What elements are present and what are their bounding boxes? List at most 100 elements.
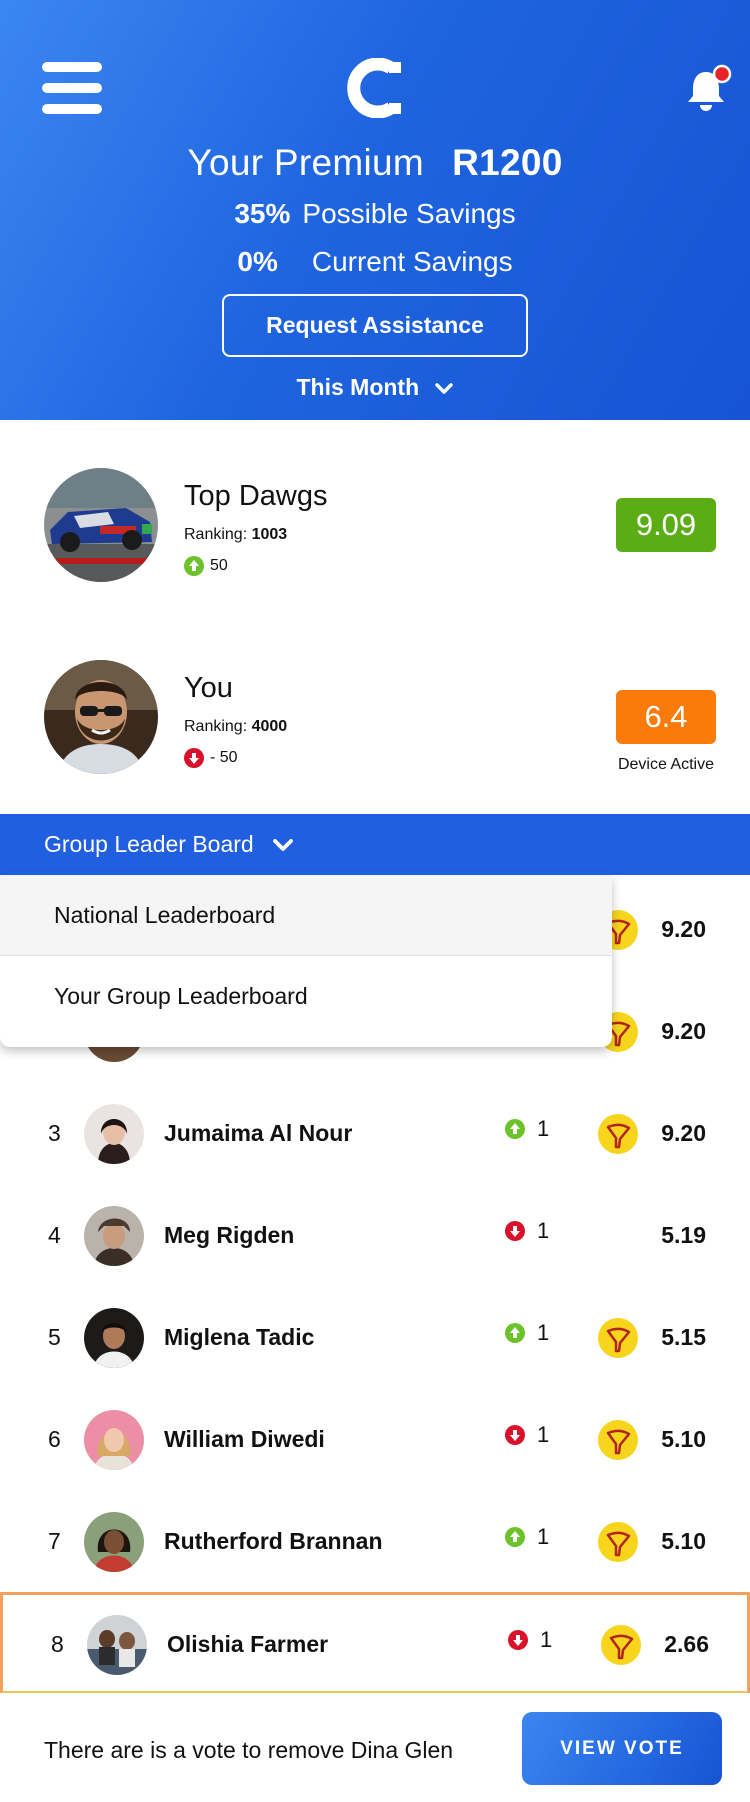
- user-score-badge: 6.4: [616, 690, 716, 744]
- view-vote-button[interactable]: VIEW VOTE: [522, 1712, 722, 1785]
- arrow-up-icon: [505, 1323, 525, 1343]
- table-row[interactable]: 4 Meg Rigden 1 5.19: [0, 1186, 750, 1286]
- app-logo-icon: [347, 58, 401, 118]
- menu-item-group-leaderboard[interactable]: Your Group Leaderboard: [0, 956, 612, 1036]
- user-delta-value: - 50: [210, 749, 238, 766]
- table-row[interactable]: 6 William Diwedi 1 5.10: [0, 1390, 750, 1490]
- row-score: 5.10: [661, 1528, 706, 1554]
- user-avatar: [44, 660, 158, 774]
- row-delta-value: 1: [537, 1422, 550, 1447]
- coin-icon: [598, 1420, 638, 1460]
- header: Your Premium R1200 35% Possible Savings 0%…: [0, 0, 750, 420]
- row-name: Rutherford Brannan: [164, 1528, 383, 1554]
- table-row-current-user[interactable]: 8 Olishia Farmer 1 2.66: [0, 1592, 750, 1694]
- row-score: 2.66: [664, 1631, 709, 1657]
- possible-savings-pct: 35%: [234, 198, 291, 229]
- row-rank: 3: [48, 1120, 61, 1146]
- row-rank: 7: [48, 1528, 61, 1554]
- row-score: 5.15: [661, 1324, 706, 1350]
- premium-label: Your Premium: [187, 142, 425, 183]
- arrow-up-icon: [505, 1527, 525, 1547]
- period-label: This Month: [296, 374, 420, 400]
- row-delta: 1: [505, 1524, 549, 1550]
- row-avatar: [87, 1615, 147, 1675]
- device-status: Device Active: [617, 756, 715, 773]
- coin-icon: [598, 1522, 638, 1562]
- notification-bell-icon[interactable]: [684, 64, 734, 114]
- row-avatar: [84, 1206, 144, 1266]
- row-delta: 1: [505, 1422, 549, 1448]
- current-savings-label: Current Savings: [311, 246, 513, 277]
- row-delta-value: 1: [537, 1116, 550, 1141]
- vote-banner: There are is a vote to remove Dina Glen …: [0, 1693, 750, 1802]
- row-avatar: [84, 1410, 144, 1470]
- row-name: William Diwedi: [164, 1426, 325, 1452]
- vote-message: There are is a vote to remove Dina Glen: [44, 1737, 454, 1763]
- leaderboard-selector-label: Group Leader Board: [44, 831, 254, 857]
- row-delta-value: 1: [537, 1218, 550, 1243]
- arrow-down-icon: [505, 1425, 525, 1445]
- row-avatar: [84, 1104, 144, 1164]
- row-name: Miglena Tadic: [164, 1324, 315, 1350]
- current-savings-pct: 0%: [237, 246, 278, 277]
- group-name: Top Dawgs: [184, 480, 328, 512]
- menu-icon[interactable]: [42, 62, 102, 114]
- row-name: Olishia Farmer: [167, 1631, 329, 1657]
- row-rank: 5: [48, 1324, 61, 1350]
- coin-icon: [601, 1625, 641, 1665]
- table-row[interactable]: 3 Jumaima Al Nour 1 9.20: [0, 1084, 750, 1184]
- row-delta-value: 1: [537, 1320, 550, 1345]
- arrow-down-icon: [508, 1630, 528, 1650]
- premium-value: R1200: [452, 142, 563, 183]
- leaderboard-selector[interactable]: Group Leader Board: [0, 814, 750, 875]
- row-delta-value: 1: [537, 1524, 550, 1549]
- row-score: 5.10: [661, 1426, 706, 1452]
- arrow-down-icon: [505, 1221, 525, 1241]
- row-score: 9.20: [661, 916, 706, 942]
- row-avatar: [84, 1308, 144, 1368]
- row-delta-value: 1: [540, 1627, 553, 1652]
- possible-savings: 35% Possible Savings: [0, 198, 750, 230]
- group-avatar: [44, 468, 158, 582]
- row-delta: 1: [508, 1627, 552, 1653]
- arrow-up-icon: [505, 1119, 525, 1139]
- row-score: 9.20: [661, 1018, 706, 1044]
- row-name: Jumaima Al Nour: [164, 1120, 353, 1146]
- row-rank: 8: [51, 1631, 64, 1657]
- chevron-down-icon: [272, 838, 293, 851]
- group-ranking-value: 1003: [251, 526, 288, 543]
- row-rank: 4: [48, 1222, 61, 1248]
- row-name: Meg Rigden: [164, 1222, 295, 1248]
- coin-icon: [598, 1114, 638, 1154]
- group-delta: 50: [184, 556, 228, 576]
- user-card[interactable]: You Ranking: 4000 - 50 6.4 Device Active: [0, 660, 750, 820]
- leaderboard-dropdown-menu: National Leaderboard Your Group Leaderbo…: [0, 876, 612, 1047]
- possible-savings-label: Possible Savings: [302, 198, 516, 229]
- arrow-up-icon: [184, 556, 204, 576]
- chevron-down-icon: [434, 383, 453, 394]
- row-delta: 1: [505, 1218, 549, 1244]
- top-group-card[interactable]: Top Dawgs Ranking: 1003 50 9.09: [0, 468, 750, 628]
- row-delta: 1: [505, 1116, 549, 1142]
- table-row[interactable]: 7 Rutherford Brannan 1 5.10: [0, 1492, 750, 1592]
- row-delta: 1: [505, 1320, 549, 1346]
- group-score-badge: 9.09: [616, 498, 716, 552]
- coin-icon: [598, 1318, 638, 1358]
- premium-line: Your Premium R1200: [0, 142, 750, 184]
- user-ranking: Ranking: 4000: [184, 718, 288, 735]
- table-row[interactable]: 5 Miglena Tadic 1 5.15: [0, 1288, 750, 1388]
- request-assistance-button[interactable]: Request Assistance: [222, 294, 528, 357]
- row-rank: 6: [48, 1426, 61, 1452]
- arrow-down-icon: [184, 748, 204, 768]
- group-delta-value: 50: [210, 557, 228, 574]
- user-name: You: [184, 672, 233, 704]
- user-ranking-value: 4000: [251, 718, 288, 735]
- user-delta: - 50: [184, 748, 238, 768]
- row-score: 5.19: [661, 1222, 706, 1248]
- row-score: 9.20: [661, 1120, 706, 1146]
- group-ranking: Ranking: 1003: [184, 526, 288, 543]
- row-avatar: [84, 1512, 144, 1572]
- period-selector[interactable]: This Month: [0, 374, 750, 401]
- menu-item-national-leaderboard[interactable]: National Leaderboard: [0, 876, 612, 956]
- current-savings: 0% Current Savings: [0, 246, 750, 278]
